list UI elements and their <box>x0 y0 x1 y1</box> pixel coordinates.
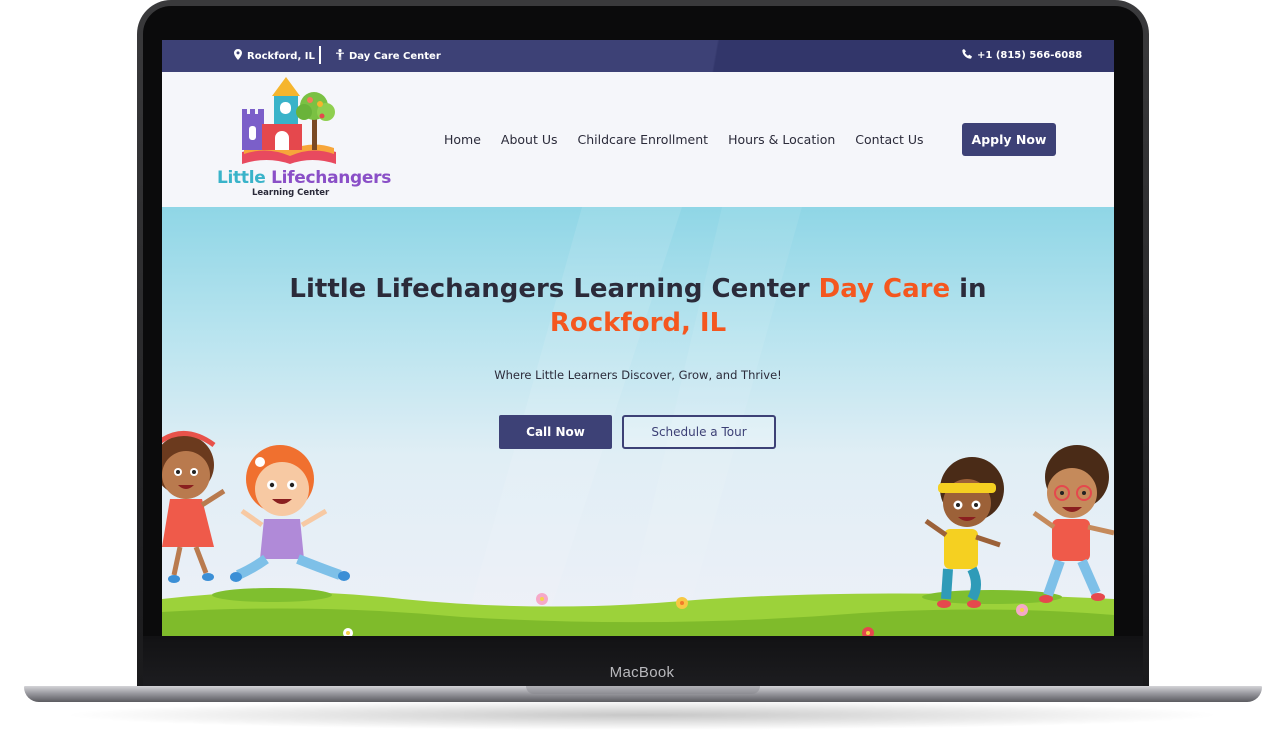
flower-icon <box>1016 604 1028 616</box>
main-nav: Home About Us Childcare Enrollment Hours… <box>444 132 924 147</box>
nav-item-home[interactable]: Home <box>444 132 481 147</box>
flower-icon <box>676 597 688 609</box>
browser-viewport: Rockford, IL Day Care Center +1 (815) 56… <box>162 40 1114 636</box>
hero-subtitle: Where Little Learners Discover, Grow, an… <box>494 368 782 382</box>
logo-name: Little Lifechangers <box>217 168 391 188</box>
hero-heading-part1: Little Lifechangers Learning Center <box>289 274 819 304</box>
nav-item-contact-us[interactable]: Contact Us <box>855 132 923 147</box>
hero-heading-part2: in <box>950 274 987 304</box>
map-pin-icon <box>234 49 242 63</box>
top-info-bar: Rockford, IL Day Care Center +1 (815) 56… <box>162 40 1114 72</box>
logo-word-little: Little <box>217 168 266 188</box>
category-info: Day Care Center <box>336 49 441 63</box>
kid-illustration-left-2 <box>230 445 350 582</box>
hero-heading-accent-daycare: Day Care <box>818 274 951 304</box>
kid-illustration-right-1 <box>924 457 1004 608</box>
apply-now-button[interactable]: Apply Now <box>962 123 1056 156</box>
laptop-hinge-notch <box>526 686 760 694</box>
phone-icon <box>962 49 972 62</box>
logo-subtitle: Learning Center <box>252 188 330 198</box>
call-now-button[interactable]: Call Now <box>499 415 612 449</box>
device-brand-label: MacBook <box>609 664 675 681</box>
schedule-tour-button[interactable]: Schedule a Tour <box>622 415 776 449</box>
kid-illustration-left-1 <box>162 431 226 583</box>
phone-text: +1 (815) 566-6088 <box>977 50 1083 61</box>
phone-info[interactable]: +1 (815) 566-6088 <box>962 49 1082 62</box>
flower-icon <box>536 593 548 605</box>
kid-illustration-right-2 <box>1032 445 1114 603</box>
hero-heading: Little Lifechangers Learning Center Day … <box>162 272 1114 340</box>
nav-item-childcare-enrollment[interactable]: Childcare Enrollment <box>578 132 709 147</box>
bush-left <box>212 588 332 602</box>
site-logo[interactable]: Little Lifechangers Learning Center <box>162 72 402 207</box>
location-info[interactable]: Rockford, IL <box>234 49 315 63</box>
topbar-divider <box>319 46 321 64</box>
location-text: Rockford, IL <box>247 50 315 62</box>
nav-item-hours-location[interactable]: Hours & Location <box>728 132 835 147</box>
hero-heading-accent-location: Rockford, IL <box>549 308 727 338</box>
nav-item-about-us[interactable]: About Us <box>501 132 558 147</box>
laptop-shadow <box>60 700 1224 730</box>
site-header: Little Lifechangers Learning Center Home… <box>162 72 1114 207</box>
logo-word-lifechangers: Lifechangers <box>271 168 392 188</box>
category-text: Day Care Center <box>349 50 441 62</box>
child-icon <box>336 49 344 63</box>
hero-section: Little Lifechangers Learning Center Day … <box>162 207 1114 636</box>
